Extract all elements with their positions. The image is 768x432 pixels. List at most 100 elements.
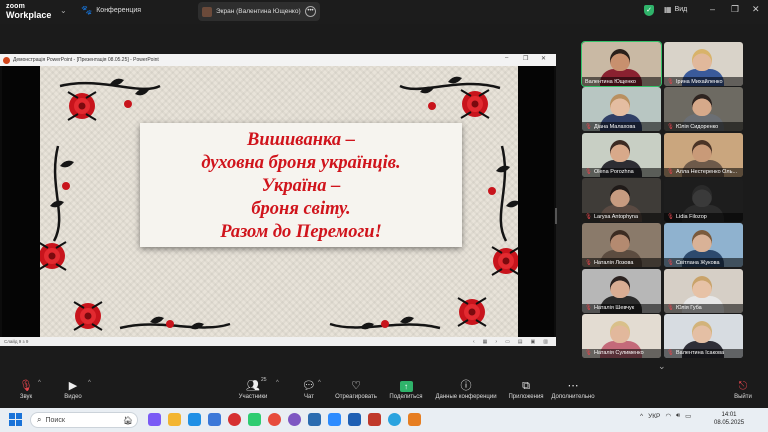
participant-tile[interactable]: 🎙︎ Юлія Сидоренко (664, 87, 743, 132)
view-button[interactable]: ▦ Вид (664, 5, 687, 14)
participant-name: Lidia Filozop (675, 214, 707, 221)
share-screen-button[interactable]: ↑ Поделиться (388, 379, 424, 400)
participant-tile[interactable]: Валентина Ющенко (581, 41, 662, 87)
slide-background: Вишиванка – духовна броня українців. Укр… (2, 66, 554, 337)
more-button[interactable]: ⋯ Дополнительно (550, 379, 596, 400)
heart-icon: ♡ (351, 380, 361, 392)
restore-icon[interactable]: ❐ (731, 4, 739, 15)
outlook-icon[interactable] (348, 413, 361, 426)
participant-face (692, 320, 712, 343)
chrome-icon[interactable] (268, 413, 281, 426)
participant-name: Діана Малахова (593, 123, 636, 130)
participant-tile[interactable]: 🎙︎ Наталія Шевчук (582, 268, 661, 313)
audio-options-caret-icon[interactable]: ^ (38, 380, 41, 386)
meetings-menu[interactable]: 🐾 Конференция (81, 5, 141, 16)
participant-name-bar: 🎙︎ Валентина Ісакова (664, 348, 743, 358)
powerpoint-icon (3, 56, 10, 64)
slide-line-3: Україна – (261, 176, 341, 196)
windows-taskbar: ⌕ Поиск 🏠︎ ^ УКР ◠ 🔊︎ ▭ 14:01 08.05.2025 (0, 408, 768, 432)
participant-tile[interactable]: 🎙︎ Валентина Ісакова (664, 313, 743, 358)
volume-icon[interactable]: 🔊︎ (676, 412, 680, 420)
viber-icon[interactable] (288, 413, 301, 426)
participants-options-caret-icon[interactable]: ^ (276, 380, 279, 386)
chevron-down-icon[interactable]: ⌄ (60, 6, 67, 15)
word-icon[interactable] (308, 413, 321, 426)
participant-tile[interactable]: 🎙︎ Lidia Filozop (664, 177, 743, 222)
taskbar-clock[interactable]: 14:01 08.05.2025 (714, 411, 744, 427)
app-icon[interactable] (408, 413, 421, 426)
minimize-icon[interactable]: – (710, 4, 715, 14)
participant-name-bar: Валентина Ющенко (582, 77, 661, 86)
participant-name-bar: 🎙︎ Діана Малахова (582, 122, 661, 132)
apps-button[interactable]: ⧉ Приложения (506, 379, 546, 400)
wifi-icon[interactable]: ◠ (665, 412, 671, 420)
tray-chevron-icon[interactable]: ^ (640, 413, 643, 420)
zoom-app-window: zoom Workplace ⌄ 🐾 Конференция Экран (Ва… (0, 0, 768, 432)
microphone-muted-icon: 🎙︎ (667, 169, 674, 176)
participant-tile[interactable]: 🎙︎ Olena Porozhna (582, 132, 661, 177)
participant-name-bar: 🎙︎ Larysa Antophyna (582, 212, 661, 222)
leave-icon: ⎋ (738, 380, 748, 392)
participant-name-bar: 🎙︎ Юлія Сидоренко (664, 122, 743, 132)
splitter-handle[interactable] (555, 208, 557, 224)
powerpoint-taskbar-icon[interactable] (368, 413, 381, 426)
battery-icon[interactable]: ▭ (685, 412, 691, 420)
close-icon[interactable]: ✕ (752, 4, 760, 15)
slide-counter: Слайд 9 з 9 (4, 339, 29, 344)
participant-tile[interactable]: 🎙︎ Діана Малахова (582, 87, 661, 132)
participant-name: Наталія Лозова (593, 259, 634, 266)
gallery-scroll-down-icon[interactable]: ⌄ (658, 361, 666, 372)
more-icon[interactable]: ••• (305, 6, 316, 17)
participant-name-bar: 🎙︎ Olena Porozhna (582, 167, 661, 177)
video-options-caret-icon[interactable]: ^ (88, 380, 91, 386)
leave-button[interactable]: ⎋ Выйти (732, 379, 754, 400)
microphone-muted-icon: 🎙︎ (667, 259, 674, 266)
photos-icon[interactable] (248, 413, 261, 426)
participant-tile[interactable]: 🎙︎ Larysa Antophyna (582, 177, 661, 222)
system-tray: ^ УКР ◠ 🔊︎ ▭ (640, 412, 691, 420)
react-button[interactable]: ♡ Отреагировать (333, 379, 379, 400)
video-button[interactable]: ▶︎ Видео (62, 379, 84, 400)
share-screen-icon: ↑ (399, 381, 413, 392)
ppt-close-icon: ✕ (541, 56, 547, 62)
meeting-info-label: Данные конференции (435, 394, 497, 400)
taskbar-search[interactable]: ⌕ Поиск 🏠︎ (30, 412, 138, 428)
chat-button[interactable]: 💬︎ Чат (300, 379, 318, 400)
slide-line-1: Вишиванка – (246, 130, 356, 150)
participant-tile[interactable]: 🎙︎ Алла Нестеренко Оль... (664, 132, 743, 177)
participant-face (610, 49, 630, 71)
powerpoint-title: Демонстрація PowerPoint - [Презентація 0… (13, 57, 159, 63)
microphone-muted-icon: 🎙︎ (585, 214, 592, 221)
participant-tile[interactable]: 🎙︎ Ірина Михайленко (664, 42, 743, 86)
meeting-info-button[interactable]: ⓘ Данные конференции (434, 379, 498, 400)
zoom-icon[interactable] (328, 413, 341, 426)
participant-face (692, 94, 712, 117)
participant-tile[interactable]: 🎙︎ Юлія Губа (664, 268, 743, 313)
participant-name-bar: 🎙︎ Ірина Михайленко (664, 77, 743, 86)
opera-icon[interactable] (228, 413, 241, 426)
screen-share-indicator[interactable]: Экран (Валентина Ющенко) ••• (198, 2, 320, 21)
mute-button[interactable]: 🎙︎ Звук (16, 379, 36, 400)
sorter-view-icon: ▤ (517, 339, 523, 345)
microphone-muted-icon: 🎙︎ (667, 350, 674, 357)
participant-name: Наталія Сулименко (593, 350, 644, 357)
telegram-icon[interactable] (388, 413, 401, 426)
next-icon: › (495, 339, 498, 345)
edge-icon[interactable] (188, 413, 201, 426)
ppt-restore-icon: ❐ (523, 56, 529, 62)
chat-options-caret-icon[interactable]: ^ (318, 380, 321, 386)
participant-tile[interactable]: 🎙︎ Світлана Жукова (664, 223, 743, 268)
copilot-icon[interactable] (148, 413, 161, 426)
windows-start-icon[interactable] (9, 413, 22, 426)
language-indicator[interactable]: УКР (648, 413, 660, 420)
store-icon[interactable] (208, 413, 221, 426)
slide-line-5: Разом до Перемоги! (220, 222, 382, 242)
participant-face (692, 275, 712, 298)
participant-tile[interactable]: 🎙︎ Наталія Лозова (582, 223, 661, 268)
file-explorer-icon[interactable] (168, 413, 181, 426)
reading-view-icon: ▣ (530, 339, 536, 345)
powerpoint-titlebar: Демонстрація PowerPoint - [Презентація 0… (0, 54, 556, 66)
security-shield-icon[interactable]: ✓ (644, 5, 654, 16)
participant-tile[interactable]: 🎙︎ Наталія Сулименко (582, 313, 661, 358)
meeting-toolbar: 🎙︎ Звук ^ ▶︎ Видео ^ 👥︎ Участники 25 ^ 💬… (0, 376, 768, 408)
